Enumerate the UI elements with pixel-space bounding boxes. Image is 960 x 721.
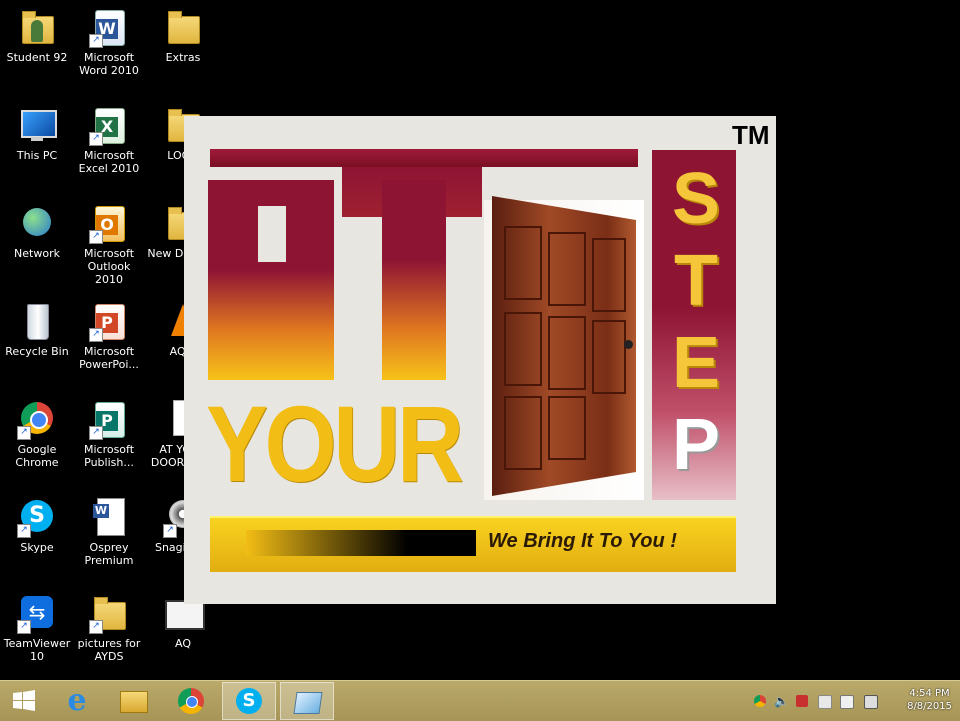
trademark-mark: TM (732, 120, 770, 150)
icon-label: Microsoft PowerPoi... (79, 345, 139, 371)
tray-volume-icon[interactable]: 🔈 (774, 695, 789, 707)
icon-label: Microsoft Word 2010 (79, 51, 139, 77)
step-letter: P (671, 405, 721, 485)
icon-label: Extras (165, 51, 201, 64)
shortcut-arrow-icon: ↗ (17, 620, 31, 634)
user-figure-icon (31, 20, 43, 42)
door-icon (492, 196, 636, 496)
icon-label: AQ (175, 637, 191, 650)
shortcut-arrow-icon: ↗ (17, 524, 31, 538)
desktop-icon-powerpoint[interactable]: P ↗ Microsoft PowerPoi... (72, 302, 146, 371)
recycle-bin-icon (27, 304, 49, 340)
icon-label: Recycle Bin (5, 345, 69, 358)
logo-your-text: YOUR (206, 383, 464, 504)
icon-label: Network (14, 247, 60, 260)
taskbar-clock[interactable]: 4:54 PM 8/8/2015 (907, 687, 952, 713)
shortcut-arrow-icon: ↗ (89, 132, 103, 146)
icon-label: Microsoft Excel 2010 (78, 149, 140, 175)
icon-label: Microsoft Outlook 2010 (83, 247, 135, 286)
computer-monitor-icon (21, 110, 57, 138)
desktop-icon-network[interactable]: Network (0, 204, 74, 260)
taskbar-skype[interactable]: S (222, 682, 276, 720)
desktop-icon-osprey-premium[interactable]: W Osprey Premium (72, 498, 146, 567)
taskbar: e S 🔈 4:54 PM 8/8/2015 (0, 680, 960, 721)
internet-explorer-icon: e (67, 683, 87, 718)
desktop-icon-skype[interactable]: S ↗ Skype (0, 498, 74, 554)
shortcut-arrow-icon: ↗ (89, 34, 103, 48)
step-letter: E (671, 323, 721, 403)
slogan-gradient (246, 530, 476, 556)
desktop-icon-outlook[interactable]: O ↗ Microsoft Outlook 2010 (72, 204, 146, 286)
app-window-icon (293, 692, 323, 714)
windows-logo-icon (13, 690, 35, 711)
logo-at-text: AT (184, 116, 185, 117)
desktop-icon-publisher[interactable]: P ↗ Microsoft Publish... (72, 400, 146, 469)
logo-top-bar (210, 149, 638, 167)
clock-date: 8/8/2015 (907, 701, 952, 712)
icon-label: pictures for AYDS (77, 637, 141, 663)
logo-step-text: S T E P (670, 158, 722, 486)
shortcut-arrow-icon: ↗ (89, 230, 103, 244)
desktop-icon-this-pc[interactable]: This PC (0, 106, 74, 162)
shortcut-arrow-icon: ↗ (17, 426, 31, 440)
step-letter: S (671, 159, 721, 239)
tray-network-icon[interactable] (818, 695, 832, 709)
desktop-icon-excel[interactable]: X ↗ Microsoft Excel 2010 (72, 106, 146, 175)
tray-flag-icon[interactable] (840, 695, 854, 709)
desktop-icon-extras[interactable]: Extras (146, 8, 220, 64)
taskbar-internet-explorer[interactable]: e (50, 682, 104, 720)
desktop-icon-teamviewer[interactable]: ⇆ ↗ TeamViewer 10 (0, 594, 74, 663)
shortcut-arrow-icon: ↗ (89, 620, 103, 634)
icon-label: This PC (16, 149, 58, 162)
taskbar-file-explorer[interactable] (106, 682, 160, 720)
file-explorer-icon (120, 691, 148, 713)
icon-label: Osprey Premium (84, 541, 134, 567)
icon-label: Google Chrome (15, 443, 59, 469)
icon-label: Skype (20, 541, 54, 554)
shortcut-arrow-icon: ↗ (89, 328, 103, 342)
icon-label: TeamViewer 10 (3, 637, 71, 663)
icon-label: Student 92 (6, 51, 68, 64)
logo-letter-a (208, 180, 334, 380)
tray-monitor-icon[interactable] (864, 695, 878, 709)
tray-snagit-icon[interactable] (796, 695, 808, 707)
start-button[interactable] (0, 682, 48, 720)
taskbar-chrome[interactable] (164, 682, 218, 720)
shortcut-arrow-icon: ↗ (163, 524, 177, 538)
door-knob-icon (624, 340, 633, 349)
icon-label: Microsoft Publish... (83, 443, 135, 469)
logo-letter-t-stem (382, 180, 446, 380)
tray-chrome-icon[interactable] (754, 695, 766, 707)
network-globe-icon (23, 208, 51, 236)
desktop-icon-student-92[interactable]: Student 92 (0, 8, 74, 64)
slogan-text: We Bring It To You ! (488, 530, 677, 552)
desktop-icon-pictures-for-ayds[interactable]: ↗ pictures for AYDS (72, 594, 146, 663)
skype-icon: S (236, 688, 262, 714)
clock-time: 4:54 PM (909, 688, 950, 699)
at-your-door-step-splash[interactable]: AT YOUR S T E P TM We Bring It To You ! (184, 116, 776, 604)
step-letter: T (674, 241, 718, 321)
desktop-icon-recycle-bin[interactable]: Recycle Bin (0, 302, 74, 358)
shortcut-arrow-icon: ↗ (89, 426, 103, 440)
slogan-bar: We Bring It To You ! (210, 516, 736, 572)
video-thumbnail-icon (165, 600, 205, 630)
taskbar-splash-app[interactable] (280, 682, 334, 720)
desktop-icon-google-chrome[interactable]: ↗ Google Chrome (0, 400, 74, 469)
folder-icon (168, 11, 200, 44)
desktop-icon-word[interactable]: W ↗ Microsoft Word 2010 (72, 8, 146, 77)
